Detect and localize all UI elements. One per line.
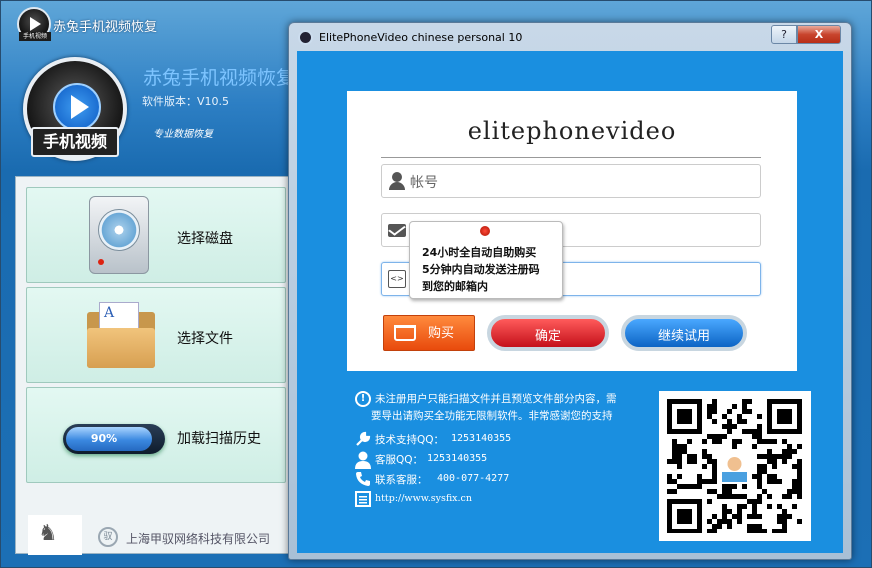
menu-label: 选择磁盘	[177, 231, 233, 247]
horse-logo-icon: ♞	[38, 521, 58, 546]
menu-select-file[interactable]: A 选择文件	[26, 287, 286, 383]
notice-line: 要导出请购买全功能无限制软件。非常感谢您的支持	[371, 410, 613, 422]
mail-icon	[388, 224, 406, 237]
document-letter-icon: A	[104, 305, 115, 321]
webpage-icon	[355, 491, 371, 507]
desktop: 手机视频 赤兔手机视频恢复 手机视频 赤兔手机视频恢复 软件版本：V10.5 专…	[0, 0, 872, 568]
menu-select-disk[interactable]: 选择磁盘	[26, 187, 286, 283]
dialog-title: ElitePhoneVideo chinese personal 10	[319, 31, 523, 44]
app-logo-label: 手机视频	[31, 127, 119, 157]
left-panel: 选择磁盘 A 选择文件 90% 加载扫描历史 ♞ 驭 上海甲驭网络科技有限公司	[15, 176, 291, 555]
continue-trial-button[interactable]: 继续试用	[621, 315, 747, 351]
contact-label: 客服QQ：	[375, 454, 424, 466]
disk-icon	[89, 196, 149, 274]
tooltip-pin-icon	[480, 226, 490, 236]
contact-value: 400-077-4277	[437, 473, 510, 484]
main-window-title: 赤兔手机视频恢复	[53, 20, 158, 35]
contact-label: 技术支持QQ：	[375, 434, 445, 446]
phone-icon	[355, 471, 371, 487]
account-placeholder: 帐号	[410, 175, 438, 191]
form-heading: elitephonevideo	[467, 117, 677, 145]
app-version: 软件版本：V10.5	[142, 95, 230, 108]
folder-icon: A	[87, 302, 155, 368]
contact-value: 1253140355	[451, 433, 512, 444]
form-card: elitephonevideo 帐号 <> 24小时全自动自助购买 5分钟内自动…	[347, 91, 797, 371]
dialog-body: elitephonevideo 帐号 <> 24小时全自动自助购买 5分钟内自动…	[297, 51, 843, 553]
cart-icon	[394, 325, 416, 341]
contact-value: 1253140355	[427, 453, 488, 464]
contact-label: 联系客服：	[375, 474, 428, 486]
buy-label: 购买	[428, 326, 455, 341]
qr-code-icon	[667, 399, 802, 533]
notice-line: 未注册用户只能扫描文件并且预览文件部分内容，需	[375, 393, 617, 405]
qr-code	[659, 391, 811, 541]
tooltip-line: 5分钟内自动发送注册码	[422, 263, 540, 276]
company-name: 上海甲驭网络科技有限公司	[126, 532, 271, 546]
register-dialog: ElitePhoneVideo chinese personal 10 ? X …	[288, 22, 852, 560]
folder-front	[87, 328, 155, 368]
app-name: 赤兔手机视频恢复	[143, 67, 296, 89]
progress-text: 90%	[90, 432, 118, 445]
menu-load-scan-history[interactable]: 90% 加载扫描历史	[26, 387, 286, 483]
dialog-titlebar[interactable]: ElitePhoneVideo chinese personal 10 ? X	[289, 23, 851, 51]
buy-button[interactable]: 购买	[383, 315, 475, 351]
tooltip-line: 到您的邮箱内	[422, 280, 488, 293]
app-logo-tag: 手机视频	[19, 32, 51, 41]
company-circle-icon: 驭	[98, 527, 118, 547]
dialog-app-icon	[298, 30, 313, 45]
disk-led	[98, 259, 104, 265]
play-icon	[53, 83, 101, 131]
purchase-tooltip: 24小时全自动自助购买 5分钟内自动发送注册码 到您的邮箱内	[409, 221, 563, 299]
website-link[interactable]: http://www.sysfix.cn	[375, 493, 472, 504]
progress-icon: 90%	[63, 424, 165, 454]
code-icon: <>	[388, 270, 406, 288]
company-logo: ♞	[28, 515, 82, 555]
wrench-icon	[355, 431, 371, 447]
disk-platter	[98, 209, 140, 251]
account-input[interactable]: 帐号	[381, 164, 761, 198]
close-button[interactable]: X	[797, 25, 841, 44]
form-divider	[381, 157, 761, 158]
menu-label: 加载扫描历史	[177, 431, 261, 447]
notice-icon: !	[355, 391, 371, 407]
user-icon	[388, 172, 406, 190]
help-button[interactable]: ?	[771, 25, 797, 44]
confirm-button[interactable]: 确定	[487, 315, 609, 351]
tooltip-line: 24小时全自动自助购买	[422, 246, 537, 259]
person-icon	[355, 451, 371, 469]
app-slogan: 专业数据恢复	[153, 129, 213, 140]
menu-label: 选择文件	[177, 331, 233, 347]
